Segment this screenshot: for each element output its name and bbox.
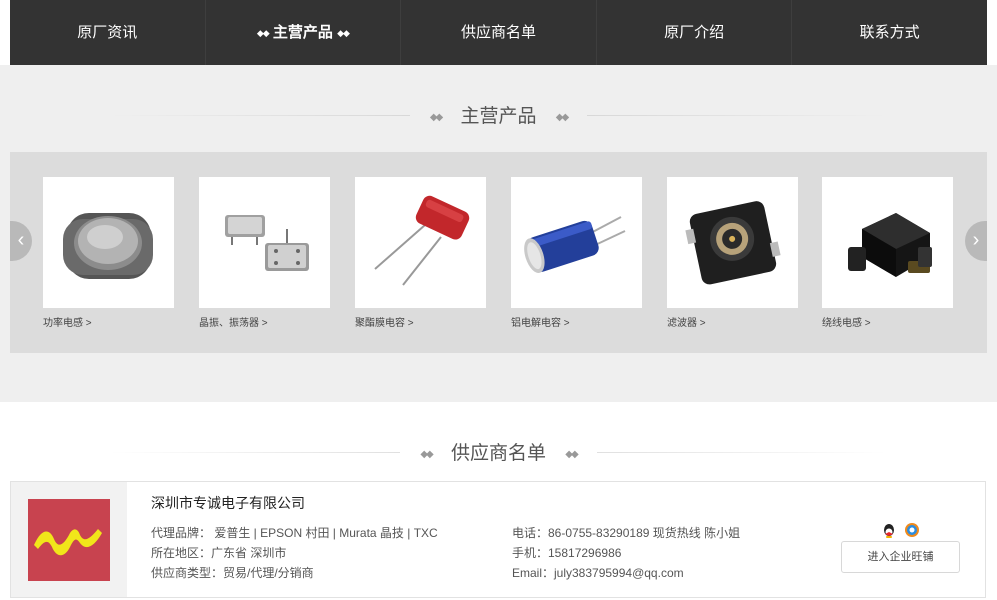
diamond-deco-icon: ◆◆: [429, 112, 443, 123]
divider: [110, 114, 410, 116]
diamond-deco-icon: ◆◆: [256, 28, 270, 38]
divider: [110, 451, 400, 453]
diamond-deco-icon: ◆◆: [555, 112, 569, 123]
divider: [597, 451, 887, 453]
product-link[interactable]: 滤波器 >: [667, 314, 798, 329]
product-link[interactable]: 绕线电感 >: [822, 314, 953, 329]
enter-shop-button[interactable]: 进入企业旺铺: [841, 541, 960, 573]
supplier-type: 供应商类型：贸易/代理/分销商: [151, 566, 314, 580]
section-heading: 主营产品: [460, 106, 537, 127]
product-link[interactable]: 聚酯膜电容 >: [355, 314, 486, 329]
company-logo[interactable]: [28, 499, 110, 581]
polyester-film-capacitor-image[interactable]: [355, 177, 486, 308]
supplier-logo-area: [11, 482, 127, 597]
nav-item-label: 联系方式: [859, 24, 920, 41]
carousel-next-button[interactable]: ›: [965, 221, 987, 261]
filter-image[interactable]: [667, 177, 798, 308]
contact-icons: [882, 522, 922, 543]
product-carousel: ‹ › 功率电感 > 晶振、振荡器 > 聚酯膜电容 > 铝电解电容 > 滤波器 …: [10, 152, 987, 353]
nav-item-label: 原厂资讯: [77, 24, 138, 41]
product-card[interactable]: 绕线电感 >: [822, 177, 953, 329]
suppliers-section-title: ◆◆ 供应商名单 ◆◆: [0, 438, 997, 465]
product-card[interactable]: 聚酯膜电容 >: [355, 177, 486, 329]
diamond-deco-icon: ◆◆: [337, 28, 350, 38]
company-name[interactable]: 深圳市专诚电子有限公司: [151, 493, 305, 513]
nav-item-label: 主营产品: [272, 24, 333, 41]
products-section-title: ◆◆ 主营产品 ◆◆: [0, 101, 997, 128]
supplier-card: 深圳市专诚电子有限公司 代理品牌： 爱普生 | EPSON 村田 | Murat…: [10, 481, 986, 598]
region: 所在地区：广东省 深圳市: [151, 546, 287, 560]
crystal-oscillator-image[interactable]: [199, 177, 330, 308]
power-inductor-image[interactable]: [43, 177, 174, 308]
qq-icon[interactable]: [884, 524, 894, 538]
diamond-deco-icon: ◆◆: [565, 449, 578, 460]
mobile: 手机：15817296986: [512, 546, 622, 560]
divider: [587, 114, 887, 116]
nav-item-contact[interactable]: 联系方式: [792, 0, 987, 65]
product-link[interactable]: 功率电感 >: [43, 314, 174, 329]
product-link[interactable]: 铝电解电容 >: [511, 314, 642, 329]
email[interactable]: Email：july383795994@qq.com: [512, 564, 684, 581]
nav-item-news[interactable]: 原厂资讯: [10, 0, 206, 65]
product-card[interactable]: 晶振、振荡器 >: [199, 177, 330, 329]
wangwang-icon[interactable]: [905, 523, 919, 537]
nav-item-products[interactable]: ◆◆ 主营产品 ◆◆: [206, 0, 402, 65]
product-link[interactable]: 晶振、振荡器 >: [199, 314, 330, 329]
nav-item-suppliers[interactable]: 供应商名单: [401, 0, 597, 65]
carousel-prev-button[interactable]: ‹: [10, 221, 32, 261]
diamond-deco-icon: ◆◆: [420, 449, 433, 460]
top-nav: 原厂资讯 ◆◆ 主营产品 ◆◆ 供应商名单 原厂介绍 联系方式: [10, 0, 987, 65]
agent-brands: 代理品牌： 爱普生 | EPSON 村田 | Murata 晶技 | TXC: [151, 526, 438, 540]
product-card[interactable]: 滤波器 >: [667, 177, 798, 329]
nav-item-label: 供应商名单: [460, 24, 536, 41]
aluminum-electrolytic-capacitor-image[interactable]: [511, 177, 642, 308]
phone: 电话：86-0755-83290189 现货热线 陈小姐: [512, 526, 741, 540]
product-card[interactable]: 功率电感 >: [43, 177, 174, 329]
nav-item-about[interactable]: 原厂介绍: [597, 0, 793, 65]
wirewound-inductor-image[interactable]: [822, 177, 953, 308]
product-card[interactable]: 铝电解电容 >: [511, 177, 642, 329]
nav-item-label: 原厂介绍: [664, 24, 725, 41]
section-heading: 供应商名单: [450, 443, 546, 464]
